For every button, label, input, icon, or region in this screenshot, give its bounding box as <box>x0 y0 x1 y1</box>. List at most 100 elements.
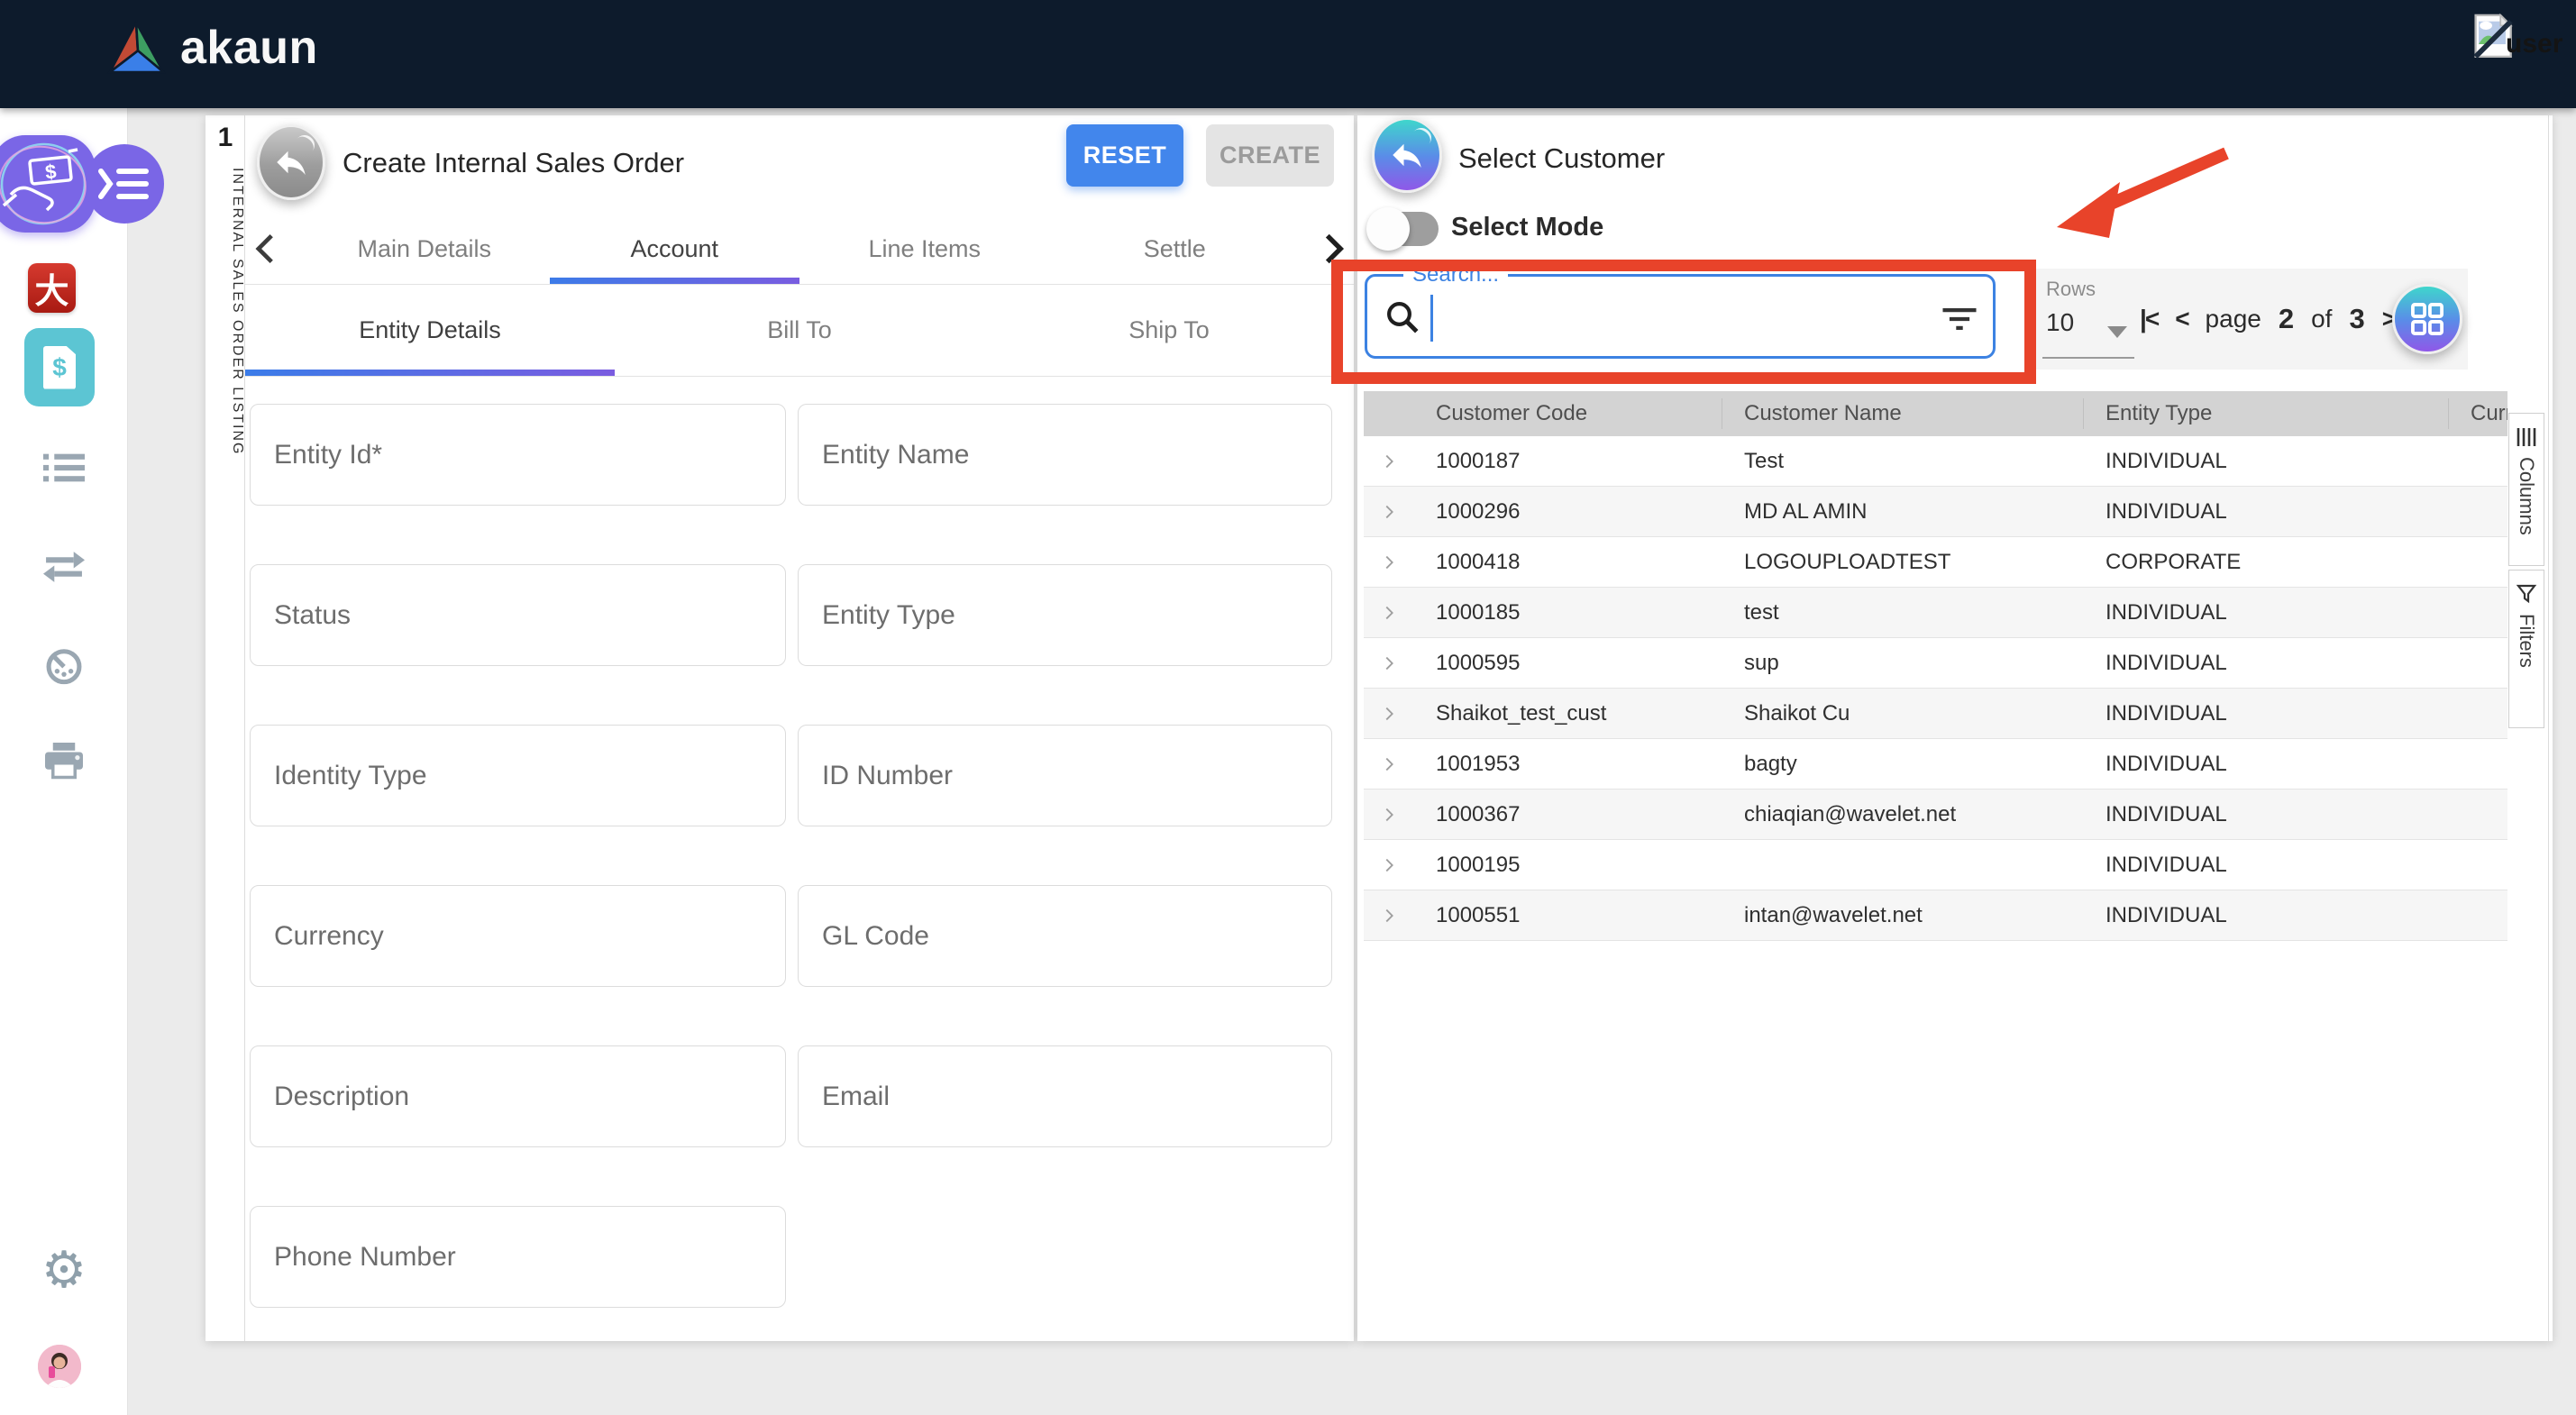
entity-type-field[interactable]: Entity Type <box>798 564 1332 666</box>
table-row[interactable]: 1001953 bagty INDIVIDUAL <box>1364 739 2507 790</box>
first-page-button[interactable]: |< <box>2140 305 2158 333</box>
table-row[interactable]: 1000195 INDIVIDUAL <box>1364 840 2507 890</box>
cell-entity-type: INDIVIDUAL <box>2084 701 2449 726</box>
cell-entity-type: INDIVIDUAL <box>2084 853 2449 878</box>
user-alt-text: user <box>2506 29 2562 59</box>
row-expand-chevron-icon[interactable] <box>1364 906 1414 926</box>
sidebar-app-invoice[interactable]: $ <box>24 328 95 406</box>
cell-entity-type: INDIVIDUAL <box>2084 802 2449 827</box>
rows-per-page-label: Rows <box>2046 278 2096 301</box>
printer-icon <box>43 743 85 781</box>
columns-icon <box>2515 426 2538 448</box>
table-row[interactable]: 1000367 chiaqian@wavelet.net INDIVIDUAL <box>1364 790 2507 840</box>
grid-view-button[interactable] <box>2392 284 2462 354</box>
tab-line-items[interactable]: Line Items <box>799 214 1050 284</box>
email-field[interactable]: Email <box>798 1045 1332 1147</box>
row-expand-chevron-icon[interactable] <box>1364 452 1414 471</box>
columns-side-tab[interactable]: Columns <box>2508 413 2544 566</box>
row-expand-chevron-icon[interactable] <box>1364 754 1414 774</box>
status-field[interactable]: Status <box>250 564 786 666</box>
cell-customer-name: intan@wavelet.net <box>1722 903 2084 928</box>
user-avatar-broken-image[interactable]: user <box>2471 13 2562 61</box>
invoice-doc-icon: $ <box>43 346 76 389</box>
subtab-ship-to[interactable]: Ship To <box>984 285 1354 376</box>
active-tab-underline <box>550 278 800 284</box>
gl-code-field[interactable]: GL Code <box>798 885 1332 987</box>
floating-menu-blob: $ <box>0 135 171 236</box>
rows-per-page-select[interactable]: 10 <box>2046 308 2074 337</box>
create-button[interactable]: CREATE <box>1206 124 1334 187</box>
filters-label: Filters <box>2515 614 2538 668</box>
list-icon <box>43 452 85 483</box>
left-sidebar: 大 $ <box>0 108 128 1415</box>
sidebar-item-print[interactable] <box>0 743 128 781</box>
currency-field[interactable]: Currency <box>250 885 786 987</box>
col-entity-type[interactable]: Entity Type <box>2084 398 2449 429</box>
table-row[interactable]: 1000296 MD AL AMIN INDIVIDUAL <box>1364 487 2507 537</box>
table-row[interactable]: Shaikot_test_cust Shaikot Cu INDIVIDUAL <box>1364 689 2507 739</box>
hand-money-icon: $ <box>4 150 78 210</box>
row-expand-chevron-icon[interactable] <box>1364 552 1414 572</box>
customer-back-button[interactable] <box>1372 117 1442 193</box>
profile-avatar[interactable] <box>38 1345 81 1388</box>
page-word: page <box>2206 305 2261 333</box>
row-expand-chevron-icon[interactable] <box>1364 805 1414 825</box>
table-row[interactable]: 1000551 intan@wavelet.net INDIVIDUAL <box>1364 890 2507 941</box>
red-app-glyph: 大 <box>34 263 69 313</box>
reset-button[interactable]: RESET <box>1066 124 1183 187</box>
sidebar-item-list[interactable] <box>0 452 128 483</box>
app-root: akaun user 大 $ <box>0 0 2576 1415</box>
cell-customer-name: sup <box>1722 651 2084 676</box>
entity-name-field[interactable]: Entity Name <box>798 404 1332 506</box>
annotation-highlight-box <box>1331 260 2036 384</box>
select-mode-toggle[interactable] <box>1372 212 1439 246</box>
collapse-menu-icon <box>101 171 146 196</box>
filters-side-tab[interactable]: Filters <box>2508 570 2544 728</box>
table-row[interactable]: 1000185 test INDIVIDUAL <box>1364 588 2507 638</box>
tabs-scroll-left[interactable] <box>245 214 285 284</box>
columns-label: Columns <box>2515 457 2538 535</box>
subtab-bill-to[interactable]: Bill To <box>615 285 984 376</box>
rows-dropdown-arrow-icon[interactable] <box>2107 326 2127 338</box>
identity-type-field[interactable]: Identity Type <box>250 725 786 826</box>
row-expand-chevron-icon[interactable] <box>1364 704 1414 724</box>
cell-customer-code: Shaikot_test_cust <box>1414 701 1722 726</box>
phone-number-field[interactable]: Phone Number <box>250 1206 786 1308</box>
row-expand-chevron-icon[interactable] <box>1364 603 1414 623</box>
sidebar-item-timer[interactable] <box>0 645 128 685</box>
rows-select-underline <box>2042 357 2134 359</box>
entity-id-field[interactable]: Entity Id* <box>250 404 786 506</box>
back-button[interactable] <box>257 124 325 200</box>
cell-entity-type: INDIVIDUAL <box>2084 600 2449 625</box>
row-expand-chevron-icon[interactable] <box>1364 502 1414 522</box>
filters-funnel-icon <box>2515 583 2538 605</box>
col-currency[interactable]: Curr <box>2449 398 2507 429</box>
panel-index-strip: 1 INTERNAL SALES ORDER LISTING <box>206 115 245 1341</box>
id-number-field[interactable]: ID Number <box>798 725 1332 826</box>
col-customer-code[interactable]: Customer Code <box>1414 398 1722 429</box>
table-row[interactable]: 1000418 LOGOUPLOADTEST CORPORATE <box>1364 537 2507 588</box>
row-expand-chevron-icon[interactable] <box>1364 855 1414 875</box>
col-customer-name[interactable]: Customer Name <box>1722 398 2084 429</box>
cell-customer-code: 1000551 <box>1414 903 1722 928</box>
table-row[interactable]: 1000595 sup INDIVIDUAL <box>1364 638 2507 689</box>
table-row[interactable]: 1000187 Test INDIVIDUAL <box>1364 436 2507 487</box>
sidebar-app-red-dai[interactable]: 大 <box>28 263 76 313</box>
cell-customer-code: 1000296 <box>1414 499 1722 525</box>
subtab-entity-details[interactable]: Entity Details <box>245 285 615 376</box>
description-field[interactable]: Description <box>250 1045 786 1147</box>
tab-account[interactable]: Account <box>550 214 800 284</box>
main-tabs: Main Details Account Line Items Settle <box>245 214 1354 284</box>
prev-page-button[interactable]: < <box>2175 305 2188 333</box>
sidebar-item-transfer[interactable] <box>0 550 128 584</box>
page-title: Create Internal Sales Order <box>343 147 684 179</box>
table-toolbar: Rows 10 |< < page 2 of 3 > >| <box>2033 269 2468 370</box>
entity-form: Entity Id* Entity Name Status Entity Typ… <box>250 404 1338 1308</box>
row-expand-chevron-icon[interactable] <box>1364 653 1414 673</box>
sidebar-item-settings[interactable]: ⚙ <box>0 1246 128 1296</box>
tab-settle[interactable]: Settle <box>1050 214 1301 284</box>
akaun-logo[interactable]: akaun <box>106 20 318 76</box>
create-order-panel: 1 INTERNAL SALES ORDER LISTING Create In… <box>206 115 1354 1341</box>
tab-main-details[interactable]: Main Details <box>299 214 550 284</box>
of-word: of <box>2311 305 2332 333</box>
